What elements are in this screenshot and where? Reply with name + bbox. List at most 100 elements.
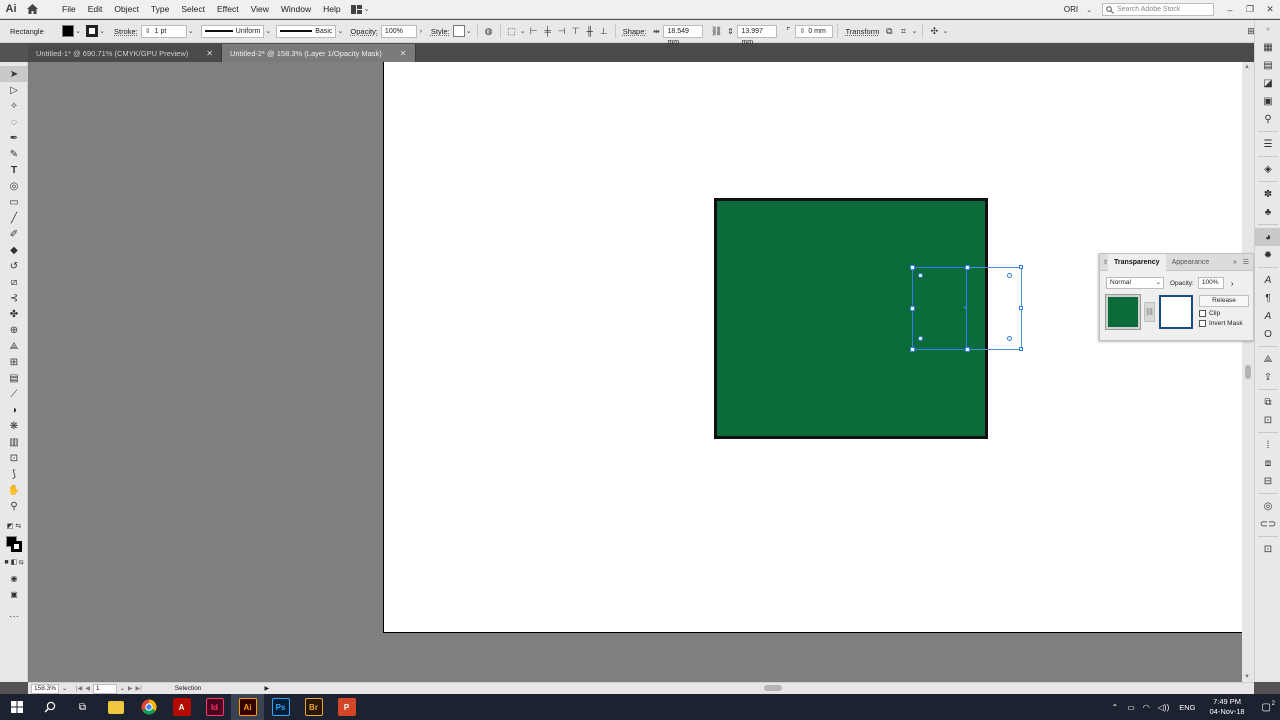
tab-transparency[interactable]: Transparency [1108,253,1166,271]
constrain-link-icon[interactable]: ⛓ [709,24,723,38]
menu-file[interactable]: File [56,0,82,19]
release-button[interactable]: Release [1199,295,1250,307]
corner-type-icon[interactable]: ⌜ [781,24,795,38]
menu-type[interactable]: Type [145,0,175,19]
anchor-point[interactable] [1007,336,1012,341]
stroke-label[interactable]: Stroke: [114,27,138,36]
symbols-icon[interactable]: ♣ [1255,203,1280,221]
warp-icon[interactable]: ⌗ [896,24,910,38]
menu-lines-icon[interactable]: ☰ [1255,135,1280,153]
clip-checkbox[interactable] [1199,310,1207,317]
handle-ml[interactable] [910,306,915,311]
links-icon[interactable]: ⊂⊃ [1255,515,1280,533]
eraser-tool-icon[interactable]: ◆ [0,242,28,258]
properties-icon[interactable]: ▤ [1255,56,1280,74]
stroke-swatch[interactable] [86,25,98,37]
next-artboard-icon[interactable]: ▶ [128,685,133,692]
opacity-label[interactable]: Opacity: [350,27,378,36]
character-styles-icon[interactable]: A [1255,307,1280,325]
style-label[interactable]: Style: [431,27,450,36]
edit-toolbar-icon[interactable]: ··· [0,608,28,624]
anchor-point[interactable] [918,336,923,341]
character-icon[interactable]: A [1255,271,1280,289]
screen-mode-icon[interactable]: ▣ [0,586,28,602]
canvas-area[interactable] [28,62,1242,682]
draw-mode-icon[interactable]: ◉ [0,570,28,586]
transform-icon[interactable]: ⊡ [1255,411,1280,429]
align-right-icon[interactable]: ⊣ [555,24,569,38]
menu-select[interactable]: Select [175,0,211,19]
handle-br2[interactable] [1019,347,1023,351]
notification-center-icon[interactable]: ▢ 2 [1253,701,1280,713]
color-themes-icon[interactable]: ◎ [1255,497,1280,515]
wifi-icon[interactable]: ◠ [1139,703,1154,712]
volume-icon[interactable]: ◁)) [1154,703,1173,712]
last-artboard-icon[interactable]: ▶| [136,685,142,692]
task-view-icon[interactable]: ⧉ [66,694,99,720]
shaper-tool-icon[interactable]: ✐ [0,226,28,242]
hand-tool-icon[interactable]: ✋ [0,482,28,498]
mesh-tool-icon[interactable]: ⊞ [0,354,28,370]
artboard-dropdown-icon[interactable]: ⌄ [120,685,125,692]
selection-tool-icon[interactable]: ➤ [0,66,28,82]
handle-mr[interactable] [1019,306,1023,310]
shape-modes-icon[interactable]: ⊟ [1255,472,1280,490]
close-tab-icon[interactable]: ✕ [400,49,407,58]
align-vcenter-icon[interactable]: ╫ [583,24,597,38]
tab-untitled-2[interactable]: Untitled-2* @ 158.3% (Layer 1/Opacity Ma… [221,44,416,62]
indesign-icon[interactable]: Id [198,694,231,720]
menu-object[interactable]: Object [108,0,145,19]
anchor-point[interactable] [1007,273,1012,278]
opacity-field[interactable]: 100% [380,24,417,38]
tab-appearance[interactable]: Appearance [1166,254,1216,271]
stroke-weight-dropdown-icon[interactable]: ⌄ [187,27,195,35]
panel-menu-icon[interactable]: ☰ [1243,258,1253,266]
paragraph-icon[interactable]: ¶ [1255,289,1280,307]
handle-tr[interactable] [965,265,970,270]
brush-definition[interactable]: Basic [276,24,337,38]
swatches-icon[interactable]: ▣ [1255,92,1280,110]
width-field[interactable]: 18.549 mm [663,24,704,46]
symbol-sprayer-tool-icon[interactable]: ❋ [0,418,28,434]
lasso-tool-icon[interactable]: ◌ [0,114,28,130]
puppet-dropdown-icon[interactable]: ⌄ [941,27,949,35]
artboard-number-field[interactable]: 1 [92,683,117,694]
menu-edit[interactable]: Edit [82,0,109,19]
style-dropdown-icon[interactable]: ⌄ [465,27,473,35]
gradient-tool-icon[interactable]: ▤ [0,370,28,386]
artboard-tool-icon[interactable]: ⊡ [0,450,28,466]
scale-tool-icon[interactable]: ⧄ [0,274,28,290]
horizontal-scroll-thumb[interactable] [764,685,782,691]
rotate-tool-icon[interactable]: ↺ [0,258,28,274]
chrome-icon[interactable] [132,694,165,720]
network-icon[interactable]: ▭ [1123,703,1139,712]
anchor-point[interactable] [918,273,923,278]
zoom-field[interactable]: 158.3% [31,683,59,694]
minimize-button[interactable]: – [1220,5,1240,15]
workspace-switcher[interactable]: ⌄ [350,4,369,14]
graphic-style-swatch[interactable] [452,25,465,37]
eyedropper-tool-icon[interactable]: ⟋ [0,386,28,402]
first-artboard-icon[interactable]: |◀ [76,685,82,692]
artwork-thumbnail[interactable] [1105,294,1141,330]
align-left-icon[interactable]: ⊢ [527,24,541,38]
mask-thumbnail[interactable] [1159,295,1194,329]
transparency-panel-icon[interactable]: ◕ [1255,228,1280,246]
bridge-icon[interactable]: Br [297,694,330,720]
recolor-artwork-icon[interactable]: ◍ [482,24,496,38]
prev-artboard-icon[interactable]: ◀ [85,685,90,692]
artboards-icon[interactable]: ⧉ [1255,393,1280,411]
image-trace-icon[interactable]: ⊡ [1255,540,1280,558]
direct-selection-tool-icon[interactable]: ▷ [0,82,28,98]
spiral-tool-icon[interactable]: ◎ [0,178,28,194]
brush-dropdown-icon[interactable]: ⌄ [336,27,344,35]
scroll-thumb[interactable] [1245,365,1251,379]
align-to-dropdown-icon[interactable]: ⌄ [519,27,527,35]
panel-expand-icon[interactable]: » [1233,259,1243,266]
menu-effect[interactable]: Effect [211,0,245,19]
home-icon[interactable] [22,0,42,19]
puppet-warp-icon[interactable]: ✣ [927,24,941,38]
file-explorer-icon[interactable] [99,694,132,720]
zoom-tool-icon[interactable]: ⚲ [0,498,28,514]
handle-tr2[interactable] [1019,265,1023,269]
